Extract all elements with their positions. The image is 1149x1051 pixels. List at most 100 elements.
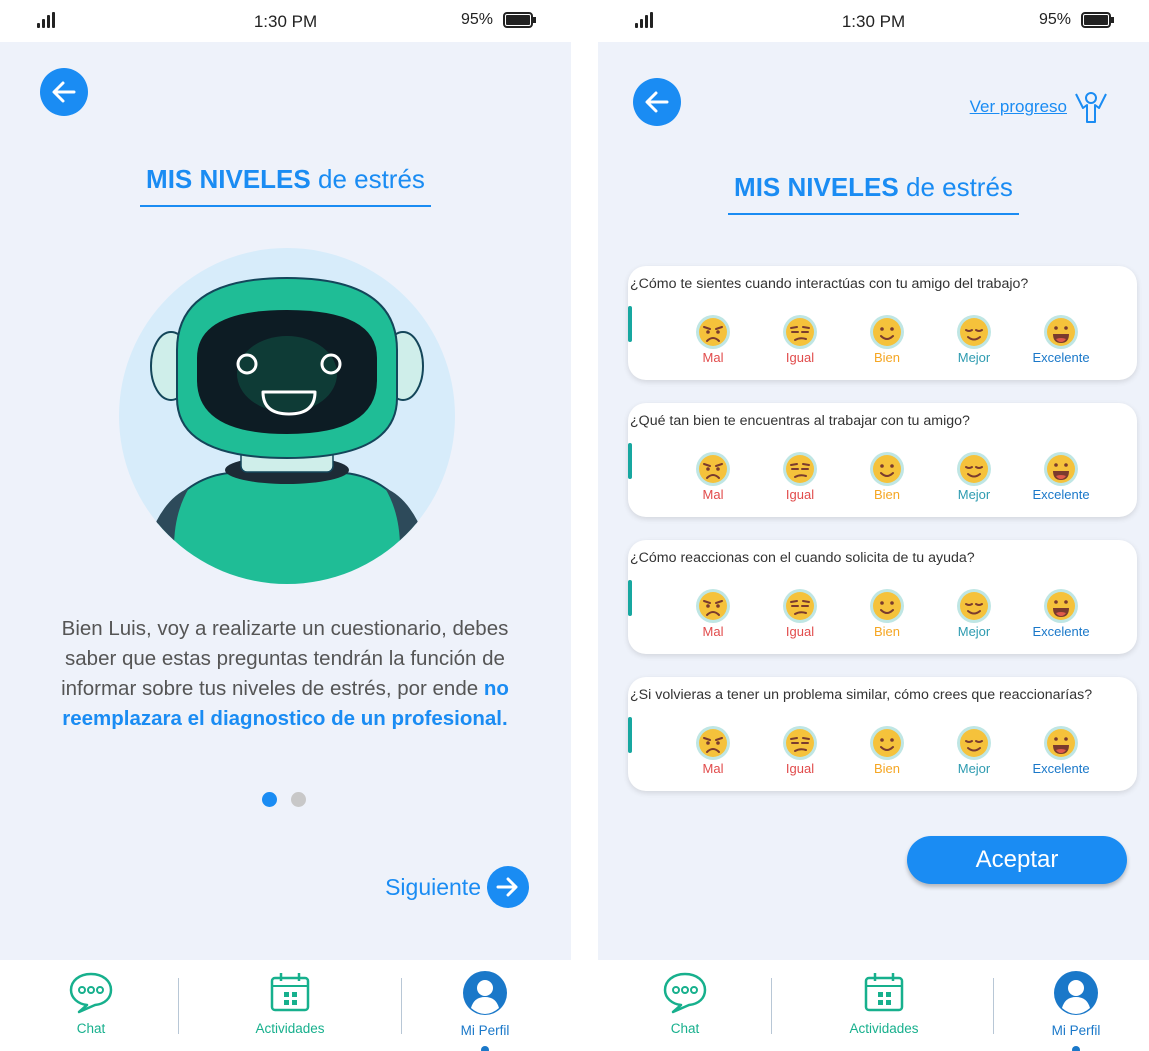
answer-option-igual[interactable]: Igual bbox=[755, 314, 845, 365]
nav-activities-label: Actividades bbox=[255, 1021, 325, 1036]
title-rest: de estrés bbox=[317, 164, 425, 194]
question-accent-bar bbox=[628, 717, 632, 753]
progress-icon bbox=[1075, 92, 1107, 123]
grinning-face-icon bbox=[1044, 589, 1078, 623]
intro-screen: 1:30 PM 95% MIS NIVELES de estrés Bien L… bbox=[0, 0, 571, 1051]
answer-option-excelente[interactable]: Excelente bbox=[1016, 588, 1106, 639]
intro-body: Bien Luis, voy a realizarte un cuestiona… bbox=[61, 617, 509, 700]
unamused-face-icon bbox=[783, 726, 817, 760]
answer-option-label: Mal bbox=[702, 487, 724, 502]
unamused-face-icon bbox=[783, 589, 817, 623]
bottom-nav: Chat Actividades Mi Perfil bbox=[598, 960, 1149, 1051]
answer-option-excelente[interactable]: Excelente bbox=[1016, 451, 1106, 502]
answer-option-mejor[interactable]: Mejor bbox=[929, 451, 1019, 502]
arrow-left-icon bbox=[645, 91, 669, 113]
angry-face-icon bbox=[696, 589, 730, 623]
answer-option-label: Igual bbox=[785, 761, 815, 776]
questionnaire-content: Ver progreso MIS NIVELES de estrés ¿Cómo… bbox=[598, 42, 1149, 960]
question-card: ¿Si volvieras a tener un problema simila… bbox=[628, 677, 1137, 791]
nav-activities[interactable]: Actividades bbox=[824, 970, 944, 1036]
answer-option-excelente[interactable]: Excelente bbox=[1016, 725, 1106, 776]
back-button[interactable] bbox=[633, 78, 681, 126]
arrow-left-icon bbox=[52, 81, 76, 103]
answer-option-label: Mejor bbox=[957, 487, 991, 502]
nav-profile-label: Mi Perfil bbox=[1051, 1023, 1101, 1038]
angry-face-icon bbox=[696, 726, 730, 760]
answer-option-label: Bien bbox=[873, 350, 901, 365]
answer-option-label: Bien bbox=[873, 624, 901, 639]
answer-option-label: Mejor bbox=[957, 624, 991, 639]
question-card: ¿Cómo reaccionas con el cuando solicita … bbox=[628, 540, 1137, 654]
answer-option-mejor[interactable]: Mejor bbox=[929, 314, 1019, 365]
unamused-face-icon bbox=[783, 315, 817, 349]
answer-option-excelente[interactable]: Excelente bbox=[1016, 314, 1106, 365]
calendar-icon bbox=[270, 973, 310, 1012]
intro-content: MIS NIVELES de estrés Bien Luis, voy a r… bbox=[0, 42, 571, 960]
nav-profile-label: Mi Perfil bbox=[460, 1023, 510, 1038]
answer-option-bien[interactable]: Bien bbox=[842, 588, 932, 639]
answer-option-label: Mal bbox=[702, 761, 724, 776]
answer-option-label: Excelente bbox=[1032, 487, 1090, 502]
relieved-face-icon bbox=[957, 315, 991, 349]
battery-level: 95% bbox=[460, 11, 493, 28]
pager-dot-active[interactable] bbox=[262, 792, 277, 807]
nav-activities-label: Actividades bbox=[849, 1021, 919, 1036]
answer-option-label: Mejor bbox=[957, 350, 991, 365]
nav-profile[interactable]: Mi Perfil bbox=[1016, 970, 1136, 1038]
nav-profile[interactable]: Mi Perfil bbox=[425, 970, 545, 1038]
answer-option-label: Bien bbox=[873, 487, 901, 502]
view-progress-link[interactable]: Ver progreso bbox=[970, 90, 1109, 124]
answer-option-bien[interactable]: Bien bbox=[842, 314, 932, 365]
battery-icon bbox=[503, 12, 536, 28]
nav-activities[interactable]: Actividades bbox=[230, 970, 350, 1036]
answer-option-label: Igual bbox=[785, 624, 815, 639]
calendar-icon bbox=[864, 973, 904, 1012]
answer-option-bien[interactable]: Bien bbox=[842, 725, 932, 776]
pager-dots bbox=[262, 792, 320, 812]
answer-option-mal[interactable]: Mal bbox=[668, 725, 758, 776]
answer-option-label: Igual bbox=[785, 487, 815, 502]
profile-icon bbox=[463, 971, 507, 1015]
answer-option-igual[interactable]: Igual bbox=[755, 451, 845, 502]
relieved-face-icon bbox=[957, 452, 991, 486]
robot-icon bbox=[148, 276, 426, 584]
accept-button[interactable]: Aceptar bbox=[907, 836, 1127, 884]
answer-option-mejor[interactable]: Mejor bbox=[929, 588, 1019, 639]
nav-chat-label: Chat bbox=[76, 1021, 106, 1036]
question-accent-bar bbox=[628, 580, 632, 616]
battery-level: 95% bbox=[1038, 11, 1071, 28]
answer-option-mal[interactable]: Mal bbox=[668, 451, 758, 502]
answer-option-mal[interactable]: Mal bbox=[668, 588, 758, 639]
answer-option-igual[interactable]: Igual bbox=[755, 588, 845, 639]
answer-option-label: Mal bbox=[702, 624, 724, 639]
relieved-face-icon bbox=[957, 589, 991, 623]
back-button[interactable] bbox=[40, 68, 88, 116]
active-tab-indicator bbox=[1072, 1046, 1080, 1051]
title-bold: MIS NIVELES bbox=[146, 164, 311, 194]
question-text: ¿Si volvieras a tener un problema simila… bbox=[630, 687, 1093, 703]
active-tab-indicator bbox=[481, 1046, 489, 1051]
answer-option-igual[interactable]: Igual bbox=[755, 725, 845, 776]
smiling-face-icon bbox=[870, 726, 904, 760]
view-progress-label: Ver progreso bbox=[969, 97, 1067, 116]
answer-option-mal[interactable]: Mal bbox=[668, 314, 758, 365]
unamused-face-icon bbox=[783, 452, 817, 486]
nav-chat[interactable]: Chat bbox=[31, 970, 151, 1036]
pager-dot[interactable] bbox=[291, 792, 306, 807]
answer-option-label: Excelente bbox=[1032, 761, 1090, 776]
answer-option-mejor[interactable]: Mejor bbox=[929, 725, 1019, 776]
battery-icon bbox=[1081, 12, 1114, 28]
answer-option-label: Excelente bbox=[1032, 350, 1090, 365]
grinning-face-icon bbox=[1044, 726, 1078, 760]
title-bold: MIS NIVELES bbox=[734, 172, 899, 202]
answer-option-label: Mejor bbox=[957, 761, 991, 776]
nav-chat[interactable]: Chat bbox=[625, 970, 745, 1036]
questionnaire-screen: 1:30 PM 95% Ver progreso MIS NIVELES de … bbox=[598, 0, 1149, 1051]
next-button[interactable]: Siguiente bbox=[385, 866, 529, 908]
profile-icon bbox=[1054, 971, 1098, 1015]
grinning-face-icon bbox=[1044, 452, 1078, 486]
answer-option-label: Bien bbox=[873, 761, 901, 776]
question-accent-bar bbox=[628, 306, 632, 342]
answer-option-bien[interactable]: Bien bbox=[842, 451, 932, 502]
arrow-right-circle bbox=[487, 866, 529, 908]
